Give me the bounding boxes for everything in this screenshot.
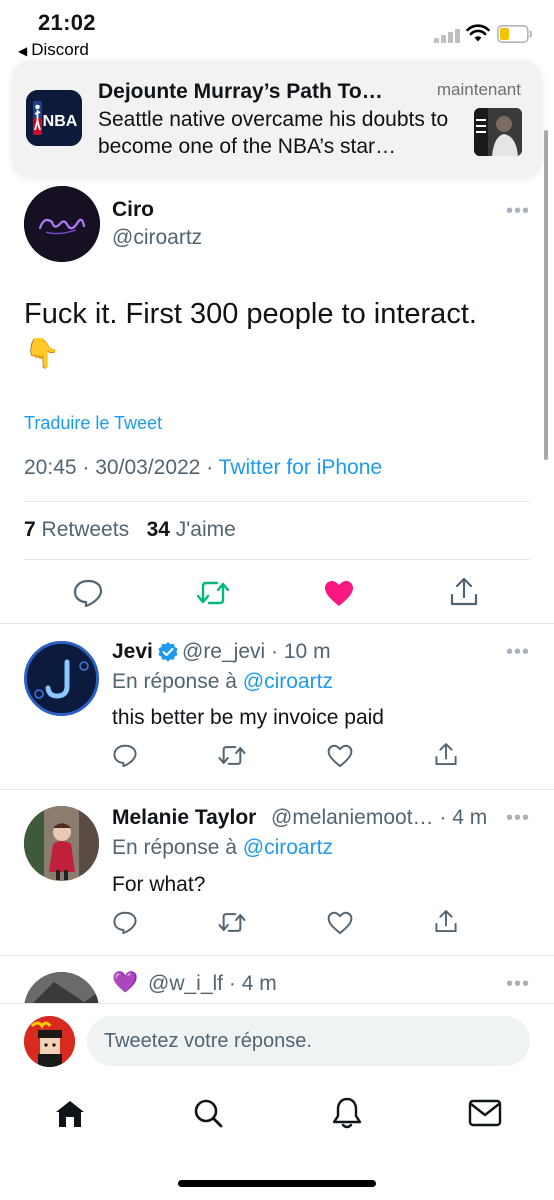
- home-icon[interactable]: [54, 1099, 86, 1129]
- back-to-app-link[interactable]: ◀ Discord: [18, 40, 89, 60]
- author-handle[interactable]: @ciroartz: [112, 226, 202, 250]
- likes-label: J'aime: [175, 518, 236, 541]
- divider: [0, 789, 554, 790]
- reply-prefix: En réponse à: [112, 670, 237, 693]
- separator: ·: [271, 640, 279, 663]
- battery-icon: [497, 25, 532, 43]
- reply-age: 10 m: [283, 640, 331, 663]
- more-options-icon[interactable]: •••: [506, 200, 530, 223]
- tweet-stats: 7 Retweets 34 J'aime: [24, 518, 236, 542]
- reply-to-link[interactable]: @ciroartz: [243, 670, 333, 693]
- reply-icon[interactable]: [72, 578, 104, 608]
- separator: ·: [439, 806, 447, 829]
- tweet-metadata: 20:45 · 30/03/2022 · Twitter for iPhone: [24, 456, 382, 480]
- more-options-icon[interactable]: •••: [506, 807, 530, 830]
- author-avatar[interactable]: [24, 186, 100, 262]
- notification-title: Dejounte Murray’s Path To…: [98, 80, 383, 103]
- share-icon[interactable]: [434, 908, 458, 935]
- notification-body: Seattle native overcame his doubts to be…: [98, 108, 449, 158]
- reply-author-name[interactable]: Melanie Taylor: [112, 806, 256, 830]
- reply-handle-line: @melaniemoot… · 4 m: [271, 806, 487, 830]
- divider: [0, 955, 554, 956]
- retweets-label: Retweets: [41, 518, 130, 541]
- tweet-body: Fuck it. First 300 people to interact.: [24, 298, 477, 330]
- separator: ·: [206, 456, 214, 479]
- reply-input[interactable]: [87, 1016, 530, 1066]
- nba-app-icon: NBA: [26, 90, 82, 146]
- reply-author-name[interactable]: Jevi: [112, 640, 153, 664]
- reply-author-emoji[interactable]: 💜: [112, 971, 138, 995]
- notification-time: maintenant: [436, 80, 521, 99]
- share-icon[interactable]: [449, 576, 479, 608]
- like-icon[interactable]: [327, 910, 353, 935]
- divider: [24, 559, 530, 560]
- scrollbar[interactable]: [544, 130, 548, 460]
- reply-text: this better be my invoice paid: [112, 706, 384, 729]
- divider: [24, 501, 530, 502]
- status-bar: 21:02 ◀ Discord: [0, 0, 554, 60]
- search-icon[interactable]: [192, 1097, 224, 1129]
- back-triangle-icon: ◀: [18, 44, 28, 58]
- tweet-time: 20:45: [24, 456, 77, 479]
- reply-handle[interactable]: @melaniemoot…: [271, 806, 434, 829]
- reply-context: En réponse à @ciroartz: [112, 670, 333, 694]
- reply-handle-line: @re_jevi · 10 m: [182, 640, 331, 664]
- share-icon[interactable]: [434, 741, 458, 768]
- push-notification[interactable]: NBA Dejounte Murray’s Path To… maintenan…: [12, 60, 542, 178]
- more-options-icon[interactable]: •••: [506, 973, 530, 996]
- reply-prefix: En réponse à: [112, 836, 237, 859]
- pointing-down-emoji: 👇: [24, 338, 61, 370]
- wifi-icon: [466, 24, 490, 42]
- tweet-source-link[interactable]: Twitter for iPhone: [219, 456, 382, 479]
- back-app-label: Discord: [31, 40, 89, 59]
- reply-age: 4 m: [241, 972, 277, 995]
- mail-icon[interactable]: [468, 1099, 502, 1127]
- reply-age: 4 m: [452, 806, 488, 829]
- retweets-stat[interactable]: 7 Retweets: [24, 518, 129, 541]
- bell-icon[interactable]: [331, 1096, 363, 1130]
- likes-count: 34: [146, 518, 170, 541]
- reply-compose-bar: [0, 1003, 554, 1081]
- reply-icon[interactable]: [112, 743, 138, 768]
- tweet-date: 30/03/2022: [95, 456, 201, 479]
- notification-thumbnail: [474, 108, 522, 156]
- likes-stat[interactable]: 34 J'aime: [147, 518, 236, 541]
- reply-handle[interactable]: @w_i_lf: [148, 972, 223, 995]
- more-options-icon[interactable]: •••: [506, 641, 530, 664]
- reply-context: En réponse à @ciroartz: [112, 836, 333, 860]
- tweet-text: Fuck it. First 300 people to interact. 👇: [24, 294, 534, 374]
- current-user-avatar[interactable]: [24, 1016, 75, 1067]
- reply-text: For what?: [112, 873, 206, 896]
- retweet-icon[interactable]: [195, 578, 231, 608]
- divider: [0, 623, 554, 624]
- separator: ·: [82, 456, 90, 479]
- nba-logo-text: NBA: [43, 113, 78, 130]
- reply-handle[interactable]: @re_jevi: [182, 640, 265, 663]
- reply-avatar[interactable]: [24, 806, 99, 881]
- reply-icon[interactable]: [112, 910, 138, 935]
- retweet-icon[interactable]: [217, 910, 247, 935]
- reply-handle-line: @w_i_lf · 4 m: [148, 972, 277, 996]
- reply-to-link[interactable]: @ciroartz: [243, 836, 333, 859]
- cellular-signal-icon: [434, 27, 460, 43]
- retweets-count: 7: [24, 518, 36, 541]
- status-time: 21:02: [38, 10, 96, 35]
- author-name[interactable]: Ciro: [112, 198, 154, 222]
- like-icon[interactable]: [327, 743, 353, 768]
- reply-avatar[interactable]: [24, 641, 99, 716]
- home-indicator[interactable]: [178, 1180, 376, 1187]
- separator: ·: [228, 972, 236, 995]
- translate-tweet-link[interactable]: Traduire le Tweet: [24, 413, 162, 434]
- like-icon[interactable]: [323, 578, 355, 608]
- retweet-icon[interactable]: [217, 743, 247, 768]
- verified-badge-icon: [158, 642, 178, 662]
